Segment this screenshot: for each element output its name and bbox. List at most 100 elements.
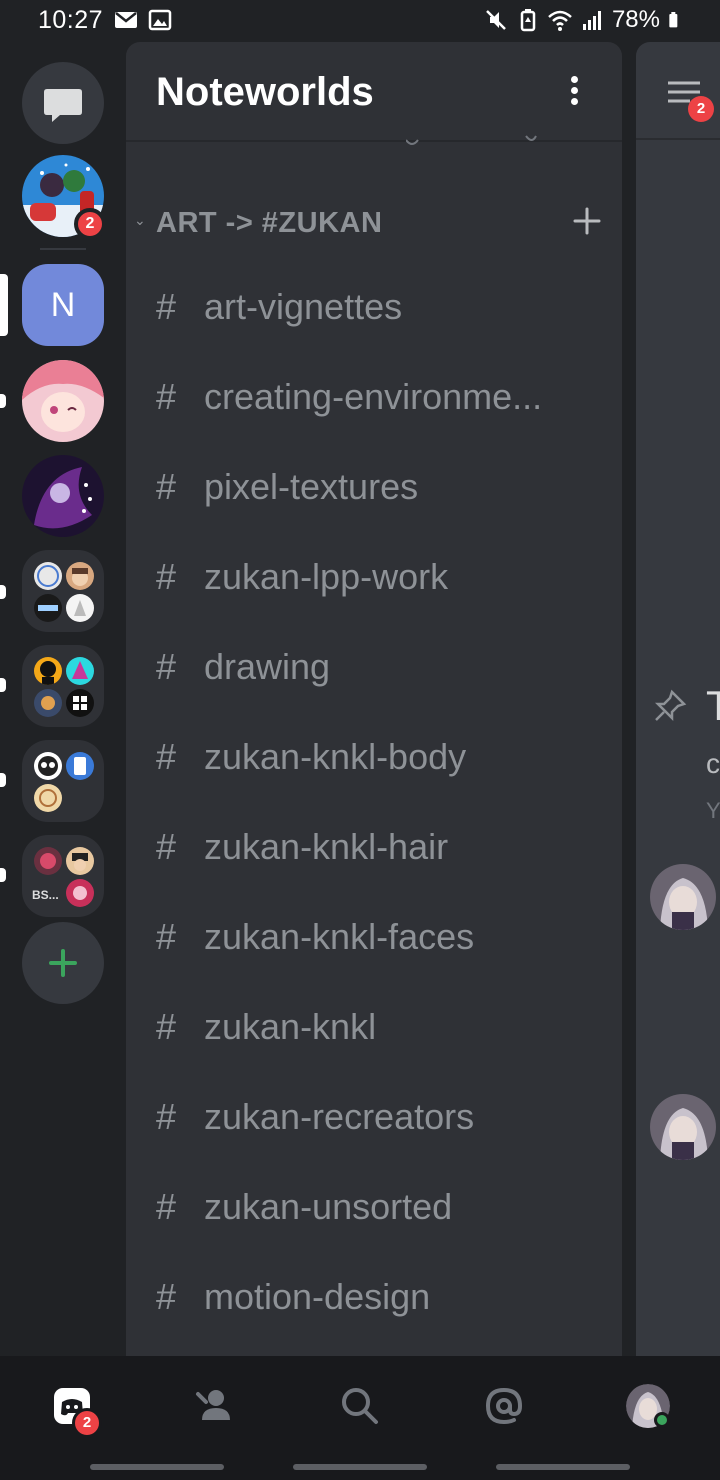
category-name: ART -> #ZUKAN <box>156 207 383 239</box>
channel-item[interactable]: # motion-design <box>126 1258 622 1338</box>
folder-server-icon <box>34 689 62 717</box>
server-rail: 2 N BS... <box>0 42 126 1356</box>
channel-item[interactable]: # pixel-textures <box>126 448 622 528</box>
channel-item[interactable]: # zukan-unsorted <box>126 1168 622 1248</box>
folder-server-icon <box>66 689 94 717</box>
folder-server-icon <box>34 594 62 622</box>
image-icon <box>148 9 172 31</box>
channel-item[interactable]: # zukan-recreators <box>126 1078 622 1158</box>
channel-name: zukan-knkl-faces <box>204 916 475 957</box>
plus-icon[interactable] <box>572 206 602 236</box>
hash-icon: # <box>156 736 177 777</box>
rail-separator <box>40 248 86 250</box>
hash-icon: # <box>156 916 177 957</box>
online-status-indicator <box>654 1412 670 1428</box>
channel-item[interactable]: # art-vignettes <box>126 268 622 348</box>
server-folder-4[interactable]: BS... <box>22 835 104 917</box>
hash-icon: # <box>156 1006 177 1047</box>
unread-indicator <box>0 394 6 408</box>
channel-name: zukan-lpp-work <box>204 556 449 597</box>
folder-server-text: BS... <box>32 888 59 902</box>
channel-name: art-vignettes <box>204 286 403 327</box>
battery-icon <box>669 12 678 28</box>
home-badge: 2 <box>72 1408 102 1438</box>
mail-icon <box>115 12 137 28</box>
channel-item[interactable]: # zukan-knkl <box>126 988 622 1068</box>
server-1-badge: 2 <box>74 208 106 240</box>
chat-header: 2 <box>636 42 720 140</box>
gesture-bar <box>90 1464 224 1470</box>
folder-server-icon <box>66 752 94 780</box>
scrolled-text-fragment <box>406 135 537 145</box>
channel-name: pixel-textures <box>204 466 419 507</box>
folder-server-icon <box>34 847 62 875</box>
hash-icon: # <box>156 376 177 417</box>
mute-icon <box>486 10 506 30</box>
hash-icon: # <box>156 286 177 327</box>
unread-indicator <box>0 678 6 692</box>
hash-icon: # <box>156 826 177 867</box>
kebab-icon[interactable] <box>564 76 584 110</box>
server-3-art <box>22 360 104 442</box>
channel-item[interactable]: # zukan-knkl-body <box>126 718 622 798</box>
battery-saver-icon <box>520 9 536 32</box>
channel-name: zukan-knkl <box>204 1006 377 1047</box>
gesture-bar <box>293 1464 427 1470</box>
profile-avatar[interactable] <box>626 1384 670 1428</box>
server-folder-2[interactable] <box>22 645 104 727</box>
server-4-art <box>22 455 104 537</box>
gesture-bar <box>496 1464 630 1470</box>
channel-name: zukan-unsorted <box>204 1186 453 1227</box>
add-server-button[interactable] <box>22 922 104 1004</box>
status-bar: 10:27 78% <box>0 0 720 42</box>
category-header[interactable]: ⌄ ART -> #ZUKAN <box>134 202 614 246</box>
channel-item[interactable]: # creating-environme... <box>126 358 622 438</box>
server-icon-noteworlds[interactable]: N <box>22 264 104 346</box>
direct-messages-button[interactable] <box>22 62 104 144</box>
channel-panel: Noteworlds ⌄ ART -> #ZUKAN # art-vignette… <box>126 42 622 1356</box>
server-folder-1[interactable] <box>22 550 104 632</box>
hash-icon: # <box>156 1096 177 1137</box>
channel-item[interactable]: # zukan-lpp-work <box>126 538 622 618</box>
hash-icon: # <box>156 646 177 687</box>
plus-icon <box>49 949 77 977</box>
chat-panel-peek[interactable]: 2 T c Y <box>636 42 720 1356</box>
channel-name: drawing <box>204 646 331 687</box>
channel-item[interactable]: # drawing <box>126 628 622 708</box>
channel-name: motion-design <box>204 1276 431 1317</box>
wifi-icon <box>548 10 572 31</box>
folder-server-icon <box>34 657 62 685</box>
hash-icon: # <box>156 466 177 507</box>
channel-name: zukan-knkl-hair <box>204 826 449 867</box>
channel-name: creating-environme... <box>204 376 543 417</box>
hash-icon: # <box>156 556 177 597</box>
hash-icon: # <box>156 1276 177 1317</box>
channel-item[interactable]: # zukan-knkl-hair <box>126 808 622 888</box>
channel-item[interactable]: # zukan-knkl-faces <box>126 898 622 978</box>
folder-server-icon <box>34 752 62 780</box>
mentions-icon[interactable] <box>480 1382 528 1430</box>
chevron-down-icon: ⌄ <box>134 212 146 228</box>
bottom-nav: 2 <box>0 1356 720 1480</box>
chat-bubble-icon <box>44 89 82 122</box>
server-icon-4[interactable] <box>22 455 104 537</box>
server-folder-3[interactable] <box>22 740 104 822</box>
server-icon-3[interactable] <box>22 360 104 442</box>
search-icon[interactable] <box>336 1382 384 1430</box>
folder-server-icon <box>66 562 94 590</box>
unread-indicator <box>0 868 6 882</box>
folder-server-icon <box>34 562 62 590</box>
hash-icon: # <box>156 1186 177 1227</box>
folder-server-icon <box>66 847 94 875</box>
unread-indicator <box>0 585 6 599</box>
channel-name: zukan-recreators <box>204 1096 475 1137</box>
avatar[interactable] <box>650 1094 716 1160</box>
server-header[interactable]: Noteworlds <box>126 42 622 145</box>
avatar[interactable] <box>650 864 716 930</box>
friends-icon[interactable] <box>192 1382 240 1430</box>
active-server-indicator <box>0 274 8 336</box>
status-time: 10:27 <box>38 6 104 34</box>
server-name: Noteworlds <box>156 70 374 114</box>
unread-indicator <box>0 773 6 787</box>
chat-message-fragment: c <box>706 748 720 779</box>
